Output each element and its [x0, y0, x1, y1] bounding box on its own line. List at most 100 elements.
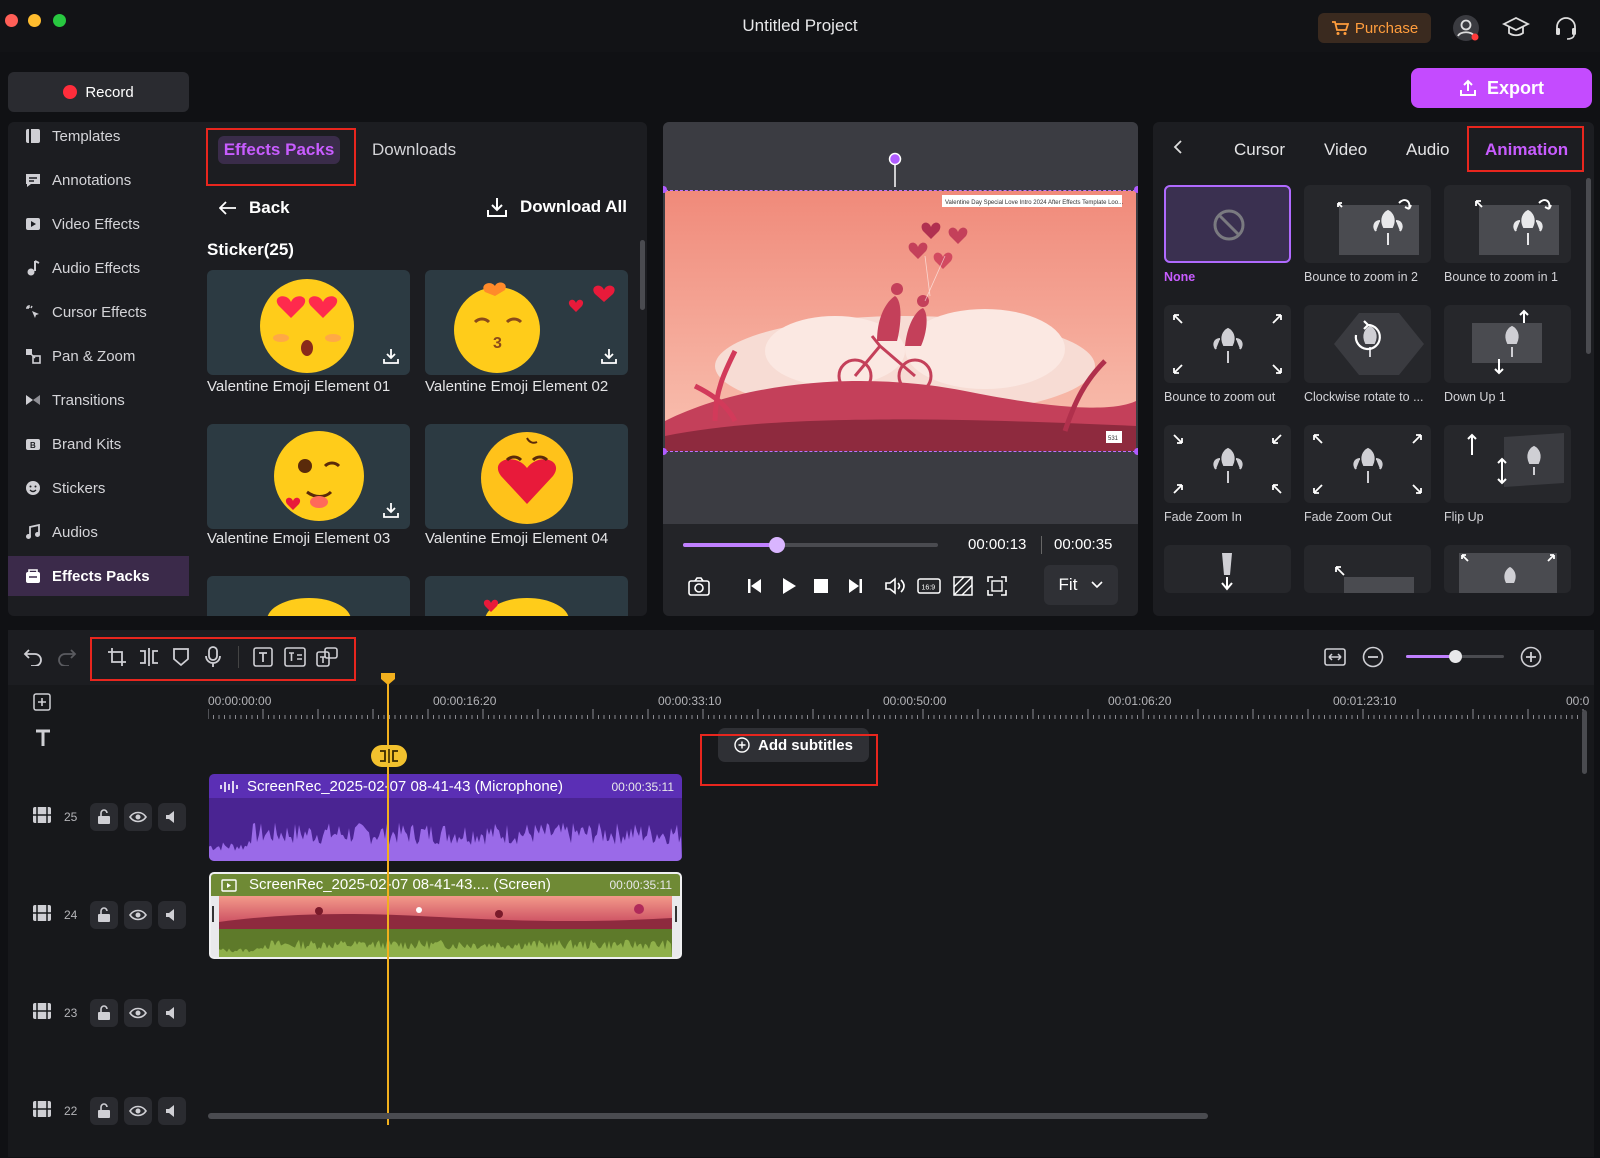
- animation-clockwise-rotate[interactable]: [1304, 305, 1431, 383]
- templates-icon: [24, 127, 42, 145]
- library-scrollbar[interactable]: [640, 240, 645, 310]
- next-frame-button[interactable]: [843, 574, 867, 598]
- export-button[interactable]: Export: [1411, 68, 1592, 108]
- record-dot-icon: [63, 85, 78, 99]
- emoji-thumbnail: [483, 598, 569, 616]
- split-at-playhead-button[interactable]: [371, 745, 407, 767]
- background-button[interactable]: [951, 574, 975, 598]
- lock-track-button[interactable]: [90, 901, 118, 929]
- download-all-button[interactable]: Download All: [486, 196, 627, 218]
- mute-track-button[interactable]: [158, 999, 186, 1027]
- animation-bounce-zoom-out[interactable]: [1164, 305, 1291, 383]
- sticker-card-04[interactable]: [425, 424, 628, 529]
- previous-frame-button[interactable]: [743, 574, 767, 598]
- toggle-visibility-button[interactable]: [124, 999, 152, 1027]
- stop-icon: [814, 579, 828, 593]
- sticker-card-06[interactable]: [425, 576, 628, 616]
- support-icon[interactable]: [1552, 14, 1580, 42]
- lock-track-button[interactable]: [90, 1097, 118, 1125]
- stop-button[interactable]: [809, 574, 833, 598]
- animation-flip-up[interactable]: [1444, 425, 1571, 503]
- sticker-card-02[interactable]: 3: [425, 270, 628, 375]
- audio-clip[interactable]: ScreenRec_2025-02-07 08-41-43 (Microphon…: [209, 774, 682, 861]
- toggle-visibility-button[interactable]: [124, 901, 152, 929]
- zoom-out-button[interactable]: [1362, 646, 1384, 668]
- zoom-in-button[interactable]: [1520, 646, 1542, 668]
- tab-audio[interactable]: Audio: [1406, 140, 1449, 160]
- download-icon[interactable]: [600, 347, 618, 365]
- speaker-icon: [166, 1007, 174, 1019]
- volume-button[interactable]: [883, 574, 907, 598]
- sidebar-item-cursor-effects[interactable]: Cursor Effects: [8, 292, 189, 332]
- playback-progress-bar[interactable]: [683, 537, 938, 553]
- zoom-slider-thumb[interactable]: [1449, 650, 1462, 663]
- tab-cursor[interactable]: Cursor: [1234, 140, 1285, 160]
- sidebar-item-brand-kits[interactable]: B Brand Kits: [8, 424, 189, 464]
- sticker-card-05[interactable]: [207, 576, 410, 616]
- undo-button[interactable]: [22, 646, 44, 668]
- mute-track-button[interactable]: [158, 1097, 186, 1125]
- record-button[interactable]: Record: [8, 72, 189, 112]
- toggle-visibility-button[interactable]: [124, 803, 152, 831]
- aspect-ratio-button[interactable]: 16:9: [917, 574, 941, 598]
- sidebar-item-audios[interactable]: Audios: [8, 512, 189, 552]
- animation-scrollbar[interactable]: [1586, 178, 1591, 354]
- timeline-horizontal-scrollbar[interactable]: [208, 1113, 1208, 1119]
- timeline-vertical-scrollbar[interactable]: [1582, 710, 1587, 774]
- resize-handle[interactable]: [1134, 448, 1138, 455]
- sidebar-item-audio-effects[interactable]: Audio Effects: [8, 248, 189, 288]
- tutorial-icon[interactable]: [1502, 14, 1530, 42]
- timeline-ruler[interactable]: 00:00:00:00 00:00:16:20 00:00:33:10 00:0…: [8, 685, 1594, 720]
- sidebar-item-video-effects[interactable]: Video Effects: [8, 204, 189, 244]
- lock-track-button[interactable]: [90, 999, 118, 1027]
- animation-bounce-zoom-in-1[interactable]: [1444, 185, 1571, 263]
- clip-trim-handle-left[interactable]: [212, 906, 214, 922]
- back-button[interactable]: Back: [219, 198, 290, 218]
- sticker-card-01[interactable]: [207, 270, 410, 375]
- fit-timeline-button[interactable]: [1324, 646, 1346, 668]
- animation-thumbnail[interactable]: [1164, 545, 1291, 593]
- screen-clip[interactable]: ScreenRec_2025-02-07 08-41-43.... (Scree…: [209, 872, 682, 959]
- sidebar-item-transitions[interactable]: Transitions: [8, 380, 189, 420]
- eye-icon: [129, 1007, 147, 1019]
- download-icon[interactable]: [382, 501, 400, 519]
- animation-thumbnail[interactable]: [1304, 545, 1431, 593]
- toggle-visibility-button[interactable]: [124, 1097, 152, 1125]
- tab-downloads[interactable]: Downloads: [372, 140, 456, 160]
- animation-bounce-zoom-in-2[interactable]: [1304, 185, 1431, 263]
- playback-progress-thumb[interactable]: [769, 537, 786, 553]
- resize-handle[interactable]: [1134, 186, 1138, 193]
- sticker-card-03[interactable]: [207, 424, 410, 529]
- hatch-icon: [953, 576, 973, 596]
- sticker-label: Valentine Emoji Element 02: [425, 378, 609, 395]
- tab-video[interactable]: Video: [1324, 140, 1367, 160]
- download-icon[interactable]: [382, 347, 400, 365]
- screenshot-button[interactable]: [687, 574, 711, 598]
- zoom-slider[interactable]: [1406, 650, 1504, 663]
- video-frame[interactable]: Valentine Day Special Love Intro 2024 Af…: [665, 190, 1136, 452]
- animation-fade-zoom-in[interactable]: [1164, 425, 1291, 503]
- chevron-left-icon[interactable]: [1173, 140, 1183, 154]
- redo-button[interactable]: [56, 646, 78, 668]
- play-button[interactable]: [777, 574, 801, 598]
- mute-track-button[interactable]: [158, 901, 186, 929]
- purchase-button[interactable]: Purchase: [1318, 13, 1431, 43]
- sidebar-item-pan-zoom[interactable]: Pan & Zoom: [8, 336, 189, 376]
- sidebar-item-effects-packs[interactable]: Effects Packs: [8, 556, 189, 596]
- animation-thumbnail[interactable]: [1444, 545, 1571, 593]
- animation-fade-zoom-out[interactable]: [1304, 425, 1431, 503]
- account-icon[interactable]: [1452, 14, 1480, 42]
- clip-trim-handle-right[interactable]: [675, 906, 677, 922]
- mute-track-button[interactable]: [158, 803, 186, 831]
- resize-handle[interactable]: [663, 448, 667, 455]
- lock-track-button[interactable]: [90, 803, 118, 831]
- sidebar-item-templates[interactable]: Templates: [8, 122, 189, 156]
- rotate-handle[interactable]: [888, 152, 902, 188]
- sidebar-item-annotations[interactable]: Annotations: [8, 160, 189, 200]
- fit-dropdown[interactable]: Fit: [1044, 565, 1118, 605]
- fullscreen-button[interactable]: [985, 574, 1009, 598]
- add-track-icon[interactable]: [33, 693, 51, 711]
- animation-none[interactable]: [1164, 185, 1291, 263]
- sidebar-item-stickers[interactable]: Stickers: [8, 468, 189, 508]
- animation-down-up-1[interactable]: [1444, 305, 1571, 383]
